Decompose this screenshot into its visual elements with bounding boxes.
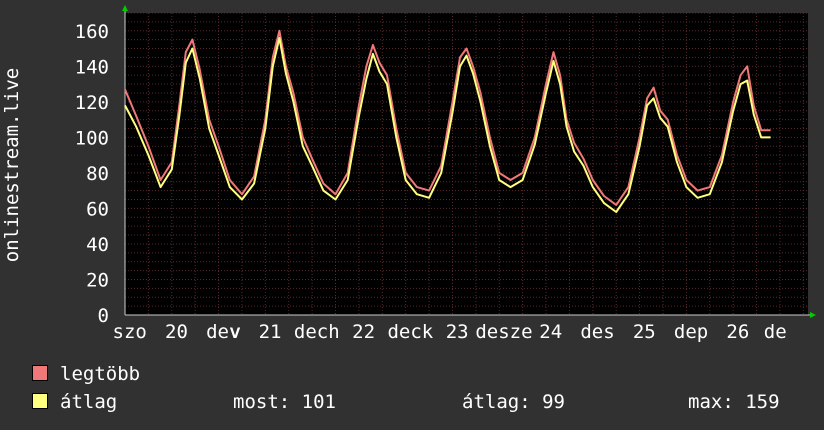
x-tick-label: 26 xyxy=(726,321,749,343)
x-tick-label: des xyxy=(580,321,614,343)
y-axis-arrow xyxy=(122,5,128,11)
y-tick-label: 20 xyxy=(86,269,109,291)
x-tick-label: 24 xyxy=(539,321,562,343)
x-tick-label: 20 xyxy=(165,321,188,343)
x-tick-label: 22 xyxy=(352,321,375,343)
legend-avg: átlag most: 101 átlag: 99 max: 159 xyxy=(32,390,822,414)
y-tick-label: 40 xyxy=(86,234,109,256)
y-tick-label: 80 xyxy=(86,163,109,185)
x-tick-labels: szo 20 devv 21 dech 22 deck 23 desze 24 des 25 dep 26… xyxy=(113,321,787,343)
x-tick-label: desze xyxy=(475,321,532,343)
stat-now: most: 101 xyxy=(233,391,336,413)
y-tick-label: 0 xyxy=(98,305,109,327)
x-tick-label: szo xyxy=(113,321,147,343)
y-tick-label: 100 xyxy=(75,127,109,149)
x-tick-label: dep xyxy=(674,321,708,343)
stat-max: max: 159 xyxy=(688,391,780,413)
y-tick-label: 60 xyxy=(86,198,109,220)
stat-avg: átlag: 99 xyxy=(462,391,565,413)
x-tick-label: deck xyxy=(387,321,433,343)
legend-swatch-avg xyxy=(32,392,48,409)
x-tick-label: 21 xyxy=(259,321,282,343)
x-axis-arrow xyxy=(810,312,816,318)
y-tick-label: 160 xyxy=(75,21,109,43)
legend-max: legtöbb xyxy=(32,362,140,386)
legend-max-label: legtöbb xyxy=(60,363,141,385)
x-tick-label: v xyxy=(230,321,241,343)
legend-avg-label: átlag xyxy=(60,391,118,413)
legend-swatch-max xyxy=(32,364,48,381)
x-tick-label: 25 xyxy=(633,321,656,343)
x-tick-label: dech xyxy=(294,321,340,343)
x-tick-label: 23 xyxy=(446,321,469,343)
y-axis-label: onlinestream.live xyxy=(1,68,23,262)
y-tick-label: 120 xyxy=(75,92,109,114)
x-tick-label: de xyxy=(764,321,787,343)
y-tick-labels: 0 20 40 60 80 100 120 140 160 xyxy=(75,21,109,327)
y-tick-label: 140 xyxy=(75,56,109,78)
